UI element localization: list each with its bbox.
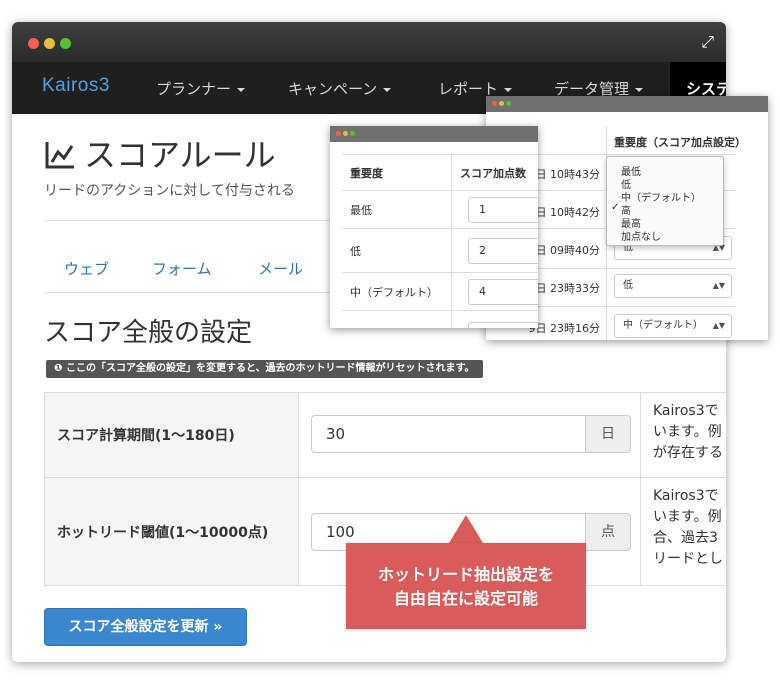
importance-select[interactable]: 低 ▲▼ [614,274,732,298]
chevron-down-icon [504,87,513,92]
importance-select[interactable]: 中（デフォルト） ▲▼ [614,314,732,338]
nav-campaign[interactable]: キャンペーン [288,78,392,99]
popup-titlebar [330,126,538,142]
importance-dropdown-menu: 最低 低 中（デフォルト） ✓ 高 最高 加点なし [606,156,724,246]
tab-mail[interactable]: メール [258,258,303,279]
level-cell [342,311,452,328]
points-input[interactable]: 2 [468,237,538,264]
table-row: 中（デフォルト） 4 [342,273,538,311]
dropdown-option[interactable]: 加点なし [621,228,661,243]
minimize-window-button[interactable] [499,101,504,106]
chevron-down-icon [237,87,246,92]
setting-label-cell: ホットリード閾値(1〜10000点) [45,478,299,585]
table-row [342,311,538,328]
points-input[interactable]: 4 [468,278,538,305]
maximize-window-button[interactable] [506,101,511,106]
maximize-window-button[interactable] [60,38,71,49]
table-row: 低 2 [342,229,538,273]
table-header-row: 重要度 スコア加点数 [342,155,538,191]
unit-addon: 日 [585,415,631,453]
chevron-down-icon [383,87,392,92]
importance-header-cell: 重要度 [342,155,452,190]
tab-web[interactable]: ウェブ [64,258,109,279]
check-icon: ✓ [611,202,620,213]
select-arrows-icon: ▲▼ [712,281,725,290]
popup-titlebar [486,96,768,112]
close-window-button[interactable] [28,38,39,49]
reset-notice-badge: ❶ ここの「スコア全般の設定」を変更すると、過去のホットリード情報がリセットされ… [46,360,483,378]
points-input[interactable] [468,322,538,328]
score-points-table: 重要度 スコア加点数 最低 1 低 2 中（デフォルト） 4 [342,154,538,328]
dropdown-option[interactable]: 中（デフォルト） [621,189,701,204]
setting-description: Kairos3で います。例 合、過去3 リードとし [653,488,723,567]
section-title: スコア全般の設定 [44,318,253,348]
minimize-window-button[interactable] [44,38,55,49]
score-period-input[interactable]: 30 [311,415,585,453]
setting-input-cell: 30 日 [299,393,641,477]
table-row: スコア計算期間(1〜180日) 30 日 Kairos3で います。例 が存在す… [45,393,726,477]
window-titlebar: ⤢ [12,22,726,62]
feature-callout: ホットリード抽出設定を 自由自在に設定可能 [346,543,586,629]
tab-form[interactable]: フォーム [152,258,212,279]
maximize-window-button[interactable] [350,131,355,136]
table-row: 最低 1 [342,191,538,229]
score-popup-window: 重要度 スコア加点数 最低 1 低 2 中（デフォルト） 4 [330,126,538,328]
level-cell: 最低 [342,191,452,228]
minimize-window-button[interactable] [343,131,348,136]
brand-logo[interactable]: Kairos3 [42,75,110,97]
importance-column-header: 重要度（スコア加点設定） [614,136,746,149]
select-arrows-icon: ▲▼ [712,321,725,330]
nav-planner[interactable]: プランナー [156,78,246,99]
update-score-settings-button[interactable]: スコア全般設定を更新 » [44,608,247,646]
setting-label-cell: スコア計算期間(1〜180日) [45,393,299,477]
page-description: リードのアクションに対して付与される [44,183,295,199]
level-cell: 中（デフォルト） [342,273,452,310]
line-chart-icon [45,142,74,169]
chevron-down-icon [635,87,644,92]
close-window-button[interactable] [492,101,497,106]
close-window-button[interactable] [336,131,341,136]
page-title: スコアルール [44,130,276,176]
unit-addon: 点 [585,513,631,551]
setting-description: Kairos3で います。例 が存在する [653,403,723,461]
expand-icon[interactable]: ⤢ [701,32,714,52]
points-input[interactable]: 1 [468,196,538,223]
callout-arrow [449,515,483,543]
level-cell: 低 [342,229,452,272]
